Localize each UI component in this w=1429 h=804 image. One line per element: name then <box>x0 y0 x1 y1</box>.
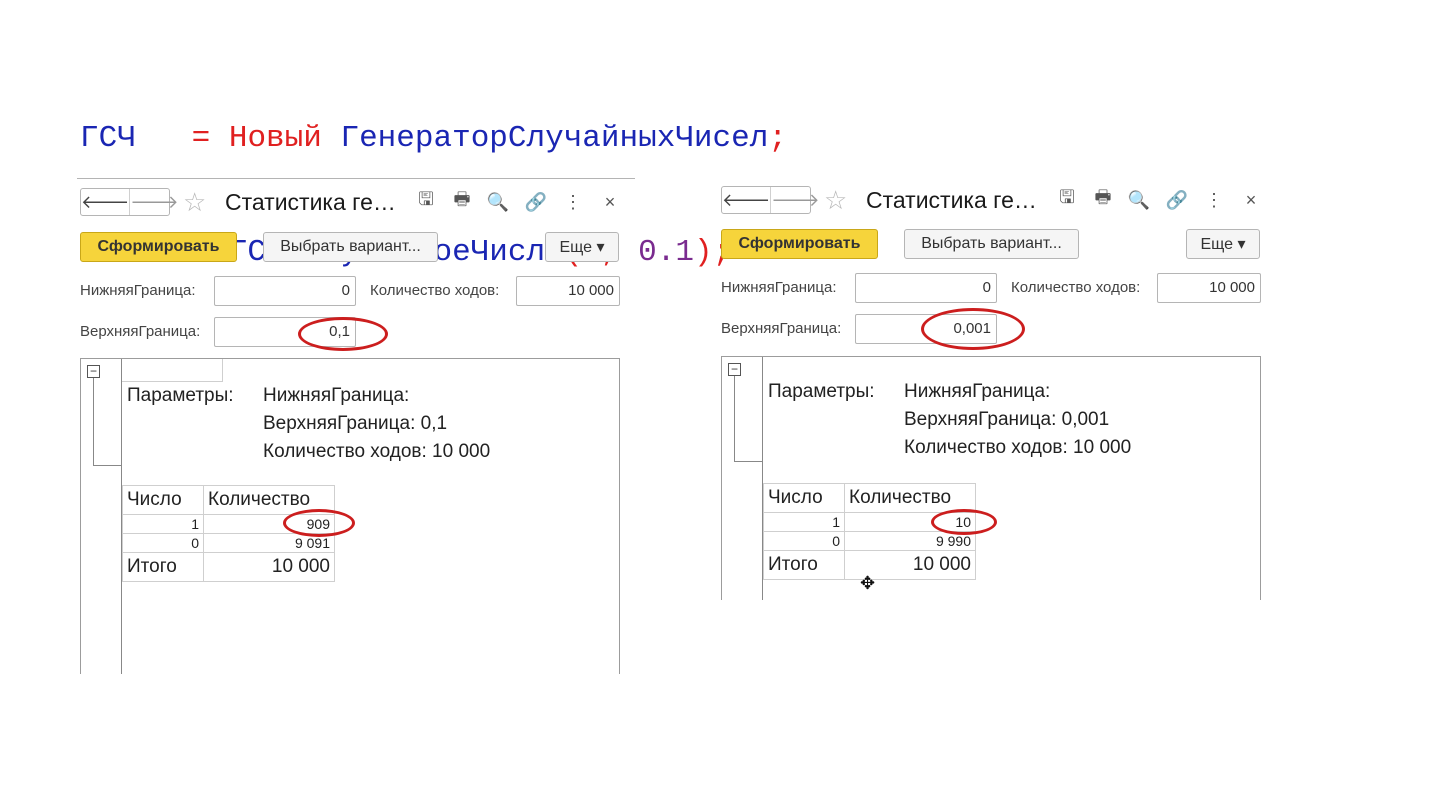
back-arrow-icon[interactable]: 🡐 <box>722 187 770 213</box>
table-cell: Итого <box>122 552 204 582</box>
table-row: 0 9 990 <box>763 531 976 551</box>
upper-bound-label: ВерхняяГраница: <box>721 320 842 337</box>
choose-variant-button[interactable]: Выбрать вариант... <box>263 232 438 262</box>
column-header: Количество <box>844 483 976 513</box>
link-icon[interactable]: 🔗 <box>1165 188 1189 212</box>
choose-variant-button[interactable]: Выбрать вариант... <box>904 229 1079 259</box>
param-line: Количество ходов: 10 000 <box>263 441 491 462</box>
window-title: Статистика ге… <box>866 187 1037 213</box>
close-icon[interactable]: × <box>598 190 622 214</box>
collapse-group-icon[interactable]: − <box>728 363 741 376</box>
tree-line <box>93 378 94 466</box>
upper-bound-label: ВерхняяГраница: <box>80 323 201 340</box>
param-line: НижняяГраница: <box>263 385 410 406</box>
nav-button-group: 🡐 🡒 <box>721 186 820 214</box>
params-label: Параметры: <box>768 381 875 402</box>
param-line: ВерхняяГраница: 0,001 <box>904 409 1110 430</box>
collapse-group-icon[interactable]: − <box>87 365 100 378</box>
save-icon[interactable]: 🖫 <box>414 189 438 214</box>
lower-bound-input[interactable]: 0 <box>855 273 997 303</box>
table-cell: 1 <box>122 514 204 534</box>
back-arrow-icon[interactable]: 🡐 <box>81 189 129 215</box>
code-token: ГСЧ <box>80 121 136 156</box>
favorite-star-icon[interactable]: ☆ <box>183 188 206 216</box>
move-count-input[interactable]: 10 000 <box>516 276 620 306</box>
code-token: ГенераторСлучайныхЧисел <box>340 121 769 156</box>
tree-line <box>93 465 121 466</box>
report-window-right: 🡐 🡒 ☆ Статистика ге… 🖫 🖶 🔍 🔗 ⋮ × Сформир… <box>721 178 1281 678</box>
highlight-ellipse <box>298 317 388 351</box>
column-header: Число <box>763 483 845 513</box>
tree-line <box>734 461 762 462</box>
generate-button[interactable]: Сформировать <box>721 229 878 259</box>
params-label: Параметры: <box>127 385 234 406</box>
highlight-ellipse <box>921 308 1025 350</box>
generate-button[interactable]: Сформировать <box>80 232 237 262</box>
nav-button-group: 🡐 🡒 <box>80 188 179 216</box>
print-icon[interactable]: 🖶 <box>450 189 474 214</box>
move-count-label: Количество ходов: <box>1011 279 1141 296</box>
move-count-label: Количество ходов: <box>370 282 500 299</box>
preview-icon[interactable]: 🔍 <box>1127 188 1151 212</box>
lower-bound-input[interactable]: 0 <box>214 276 356 306</box>
more-vertical-icon[interactable]: ⋮ <box>561 190 585 214</box>
save-icon[interactable]: 🖫 <box>1055 187 1079 212</box>
forward-arrow-icon[interactable]: 🡒 <box>129 189 179 215</box>
code-token: ) <box>693 235 713 270</box>
param-line: НижняяГраница: <box>904 381 1051 402</box>
more-menu-button[interactable]: Еще ▾ <box>545 232 619 262</box>
table-cell: 0 <box>122 533 204 553</box>
preview-icon[interactable]: 🔍 <box>486 190 510 214</box>
window-toolbar: 🡐 🡒 ☆ Статистика ге… 🖫 🖶 🔍 🔗 ⋮ × <box>721 186 1281 216</box>
highlight-ellipse <box>283 509 355 537</box>
print-icon[interactable]: 🖶 <box>1091 187 1115 212</box>
report-window-left: 🡐 🡒 ☆ Статистика ге… 🖫 🖶 🔍 🔗 ⋮ × Сформир… <box>77 178 640 678</box>
forward-arrow-icon[interactable]: 🡒 <box>770 187 820 213</box>
param-line: ВерхняяГраница: 0,1 <box>263 413 448 434</box>
window-top-border <box>77 178 635 179</box>
column-header: Число <box>122 485 204 515</box>
code-token: = <box>191 121 229 156</box>
lower-bound-label: НижняяГраница: <box>721 279 837 296</box>
table-cell: 1 <box>763 512 845 532</box>
report-header-cell <box>122 359 223 382</box>
table-cell: Итого <box>763 550 845 580</box>
more-vertical-icon[interactable]: ⋮ <box>1202 188 1226 212</box>
lower-bound-label: НижняяГраница: <box>80 282 196 299</box>
move-count-input[interactable]: 10 000 <box>1157 273 1261 303</box>
report-area: − Параметры: НижняяГраница: ВерхняяГрани… <box>721 356 1261 600</box>
tree-line <box>734 376 735 462</box>
code-token: ; <box>768 121 787 156</box>
table-row: 0 9 091 <box>122 533 335 553</box>
code-token: Новый <box>228 121 341 156</box>
code-line-1: ГСЧ = Новый ГенераторСлучайныхЧисел; <box>80 120 787 158</box>
table-total-row: Итого 10 000 <box>122 552 335 582</box>
table-cell: 0 <box>763 531 845 551</box>
more-menu-button[interactable]: Еще ▾ <box>1186 229 1260 259</box>
close-icon[interactable]: × <box>1239 188 1263 212</box>
window-title: Статистика ге… <box>225 189 396 215</box>
window-toolbar: 🡐 🡒 ☆ Статистика ге… 🖫 🖶 🔍 🔗 ⋮ × <box>80 188 640 218</box>
table-header-row: Число Количество <box>763 483 976 513</box>
param-line: Количество ходов: 10 000 <box>904 437 1132 458</box>
highlight-ellipse <box>931 509 997 535</box>
link-icon[interactable]: 🔗 <box>524 190 548 214</box>
move-cursor-icon: ✥ <box>860 573 876 593</box>
code-token: 0.1 <box>638 235 694 270</box>
favorite-star-icon[interactable]: ☆ <box>824 186 847 214</box>
table-cell: 10 000 <box>203 552 335 582</box>
